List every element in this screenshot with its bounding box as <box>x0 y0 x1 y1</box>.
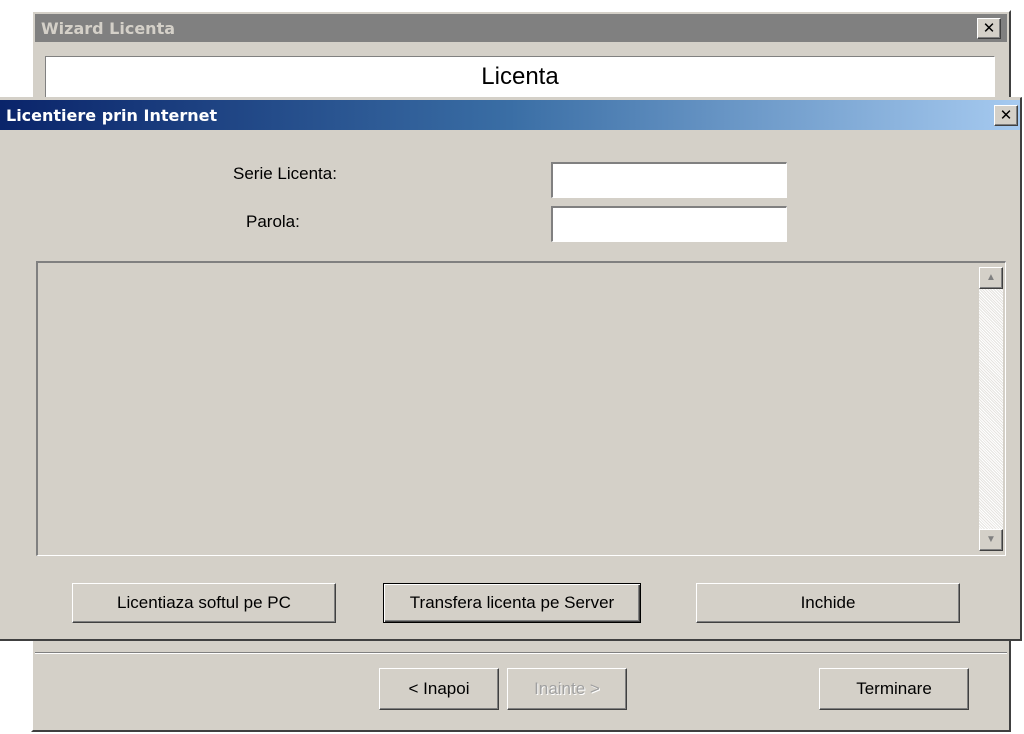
wizard-header-panel: Licenta <box>45 56 995 98</box>
serial-label: Serie Licenta: <box>233 164 337 183</box>
wizard-separator <box>35 652 1007 654</box>
scroll-up-icon[interactable]: ▲ <box>979 267 1003 289</box>
serial-input[interactable] <box>551 162 787 198</box>
status-memo[interactable]: ▲ ▼ <box>36 261 1006 556</box>
dialog-titlebar[interactable]: Licentiere prin Internet ✕ <box>0 100 1020 130</box>
dialog-title: Licentiere prin Internet <box>6 106 218 125</box>
back-button[interactable]: < Inapoi <box>379 668 499 710</box>
wizard-heading: Licenta <box>481 63 559 90</box>
wizard-title: Wizard Licenta <box>41 19 176 38</box>
scroll-down-icon[interactable]: ▼ <box>979 529 1003 551</box>
finish-button[interactable]: Terminare <box>819 668 969 710</box>
transfer-server-button[interactable]: Transfera licenta pe Server <box>383 583 641 623</box>
close-button[interactable]: Inchide <box>696 583 960 623</box>
next-button[interactable]: Inainte > <box>507 668 627 710</box>
wizard-titlebar[interactable]: Wizard Licenta ✕ <box>35 14 1007 42</box>
password-input[interactable] <box>551 206 787 242</box>
password-label: Parola: <box>246 212 300 231</box>
license-pc-button[interactable]: Licentiaza softul pe PC <box>72 583 336 623</box>
wizard-close-icon[interactable]: ✕ <box>977 18 1001 39</box>
internet-licensing-dialog: Licentiere prin Internet ✕ Serie Licenta… <box>0 97 1022 641</box>
dialog-close-icon[interactable]: ✕ <box>994 105 1018 126</box>
memo-scrollbar[interactable]: ▲ ▼ <box>979 267 1003 551</box>
